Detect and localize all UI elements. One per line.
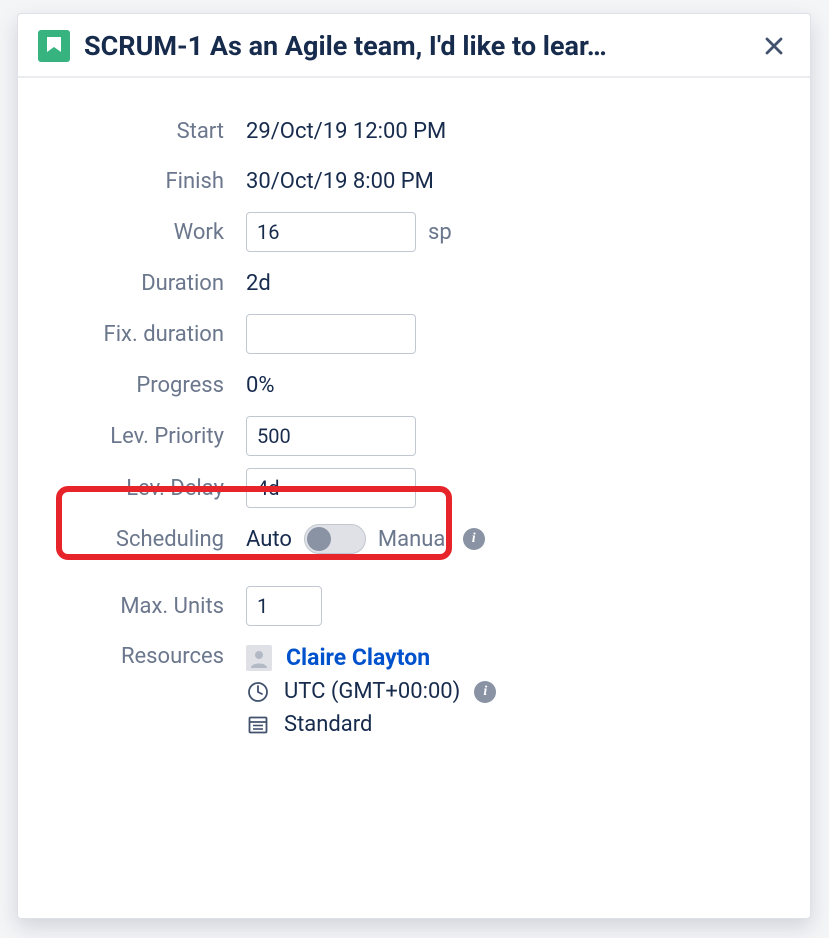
label-scheduling: Scheduling	[38, 527, 246, 552]
resource-user-line: Claire Clayton	[246, 644, 496, 671]
row-scheduling: Scheduling Auto Manual i	[38, 514, 790, 564]
label-work: Work	[38, 220, 246, 245]
clock-icon	[246, 680, 270, 704]
row-lev-delay: Lev. Delay	[38, 462, 790, 514]
label-fix-duration: Fix. duration	[38, 322, 246, 347]
value-finish[interactable]: 30/Oct/19 8:00 PM	[246, 169, 434, 194]
resource-timezone: UTC (GMT+00:00)	[284, 679, 460, 704]
calendar-icon	[246, 713, 270, 737]
close-icon	[764, 36, 784, 56]
close-button[interactable]	[758, 30, 790, 62]
row-start: Start 29/Oct/19 12:00 PM	[38, 106, 790, 156]
value-progress[interactable]: 0%	[246, 373, 274, 398]
label-lev-priority: Lev. Priority	[38, 424, 246, 449]
avatar-icon	[246, 645, 272, 671]
label-lev-delay: Lev. Delay	[38, 476, 246, 501]
input-lev-priority[interactable]	[246, 416, 416, 456]
row-max-units: Max. Units	[38, 580, 790, 632]
work-unit: sp	[428, 220, 452, 245]
value-start[interactable]: 29/Oct/19 12:00 PM	[246, 119, 446, 144]
resource-calendar-line: Standard	[246, 712, 496, 737]
label-progress: Progress	[38, 373, 246, 398]
row-progress: Progress 0%	[38, 360, 790, 410]
row-resources: Resources Claire Clayton	[38, 632, 790, 743]
panel-body: Start 29/Oct/19 12:00 PM Finish 30/Oct/1…	[18, 78, 810, 763]
resource-calendar: Standard	[284, 712, 372, 737]
panel-title[interactable]: SCRUM-1 As an Agile team, I'd like to le…	[84, 30, 746, 62]
resource-user-link[interactable]: Claire Clayton	[286, 644, 430, 671]
input-max-units[interactable]	[246, 586, 322, 626]
resource-block: Claire Clayton UTC (GMT+00:00) i	[246, 644, 496, 737]
row-fix-duration: Fix. duration	[38, 308, 790, 360]
input-fix-duration[interactable]	[246, 314, 416, 354]
row-work: Work sp	[38, 206, 790, 258]
row-finish: Finish 30/Oct/19 8:00 PM	[38, 156, 790, 206]
scheduling-info-icon[interactable]: i	[463, 528, 485, 550]
label-resources: Resources	[38, 642, 246, 669]
input-work[interactable]	[246, 212, 416, 252]
label-max-units: Max. Units	[38, 594, 246, 619]
row-duration: Duration 2d	[38, 258, 790, 308]
value-duration[interactable]: 2d	[246, 271, 271, 296]
resource-timezone-line: UTC (GMT+00:00) i	[246, 679, 496, 704]
label-start: Start	[38, 119, 246, 144]
story-type-icon	[38, 30, 70, 62]
row-lev-priority: Lev. Priority	[38, 410, 790, 462]
panel-header: SCRUM-1 As an Agile team, I'd like to le…	[18, 14, 810, 78]
timezone-info-icon[interactable]: i	[474, 681, 496, 703]
toggle-knob	[307, 527, 331, 551]
input-lev-delay[interactable]	[246, 468, 416, 508]
scheduling-manual-label: Manual	[378, 527, 451, 552]
scheduling-auto-label: Auto	[246, 527, 292, 552]
scheduling-toggle[interactable]	[304, 524, 366, 554]
label-finish: Finish	[38, 169, 246, 194]
label-duration: Duration	[38, 271, 246, 296]
task-details-panel: SCRUM-1 As an Agile team, I'd like to le…	[17, 13, 811, 919]
